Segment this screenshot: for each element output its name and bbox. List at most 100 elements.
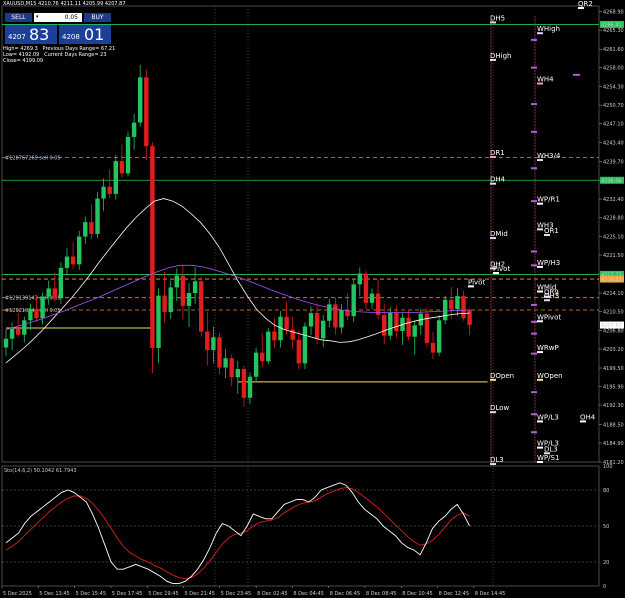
candle-body (162, 295, 167, 313)
candle-body (308, 313, 314, 327)
price-tick-label: 4210.50 (603, 310, 624, 316)
time-tick-label: 5 Dec 19:45 (148, 591, 178, 597)
candle-body (388, 312, 393, 336)
candle-body (327, 304, 332, 321)
weekly-marker (531, 130, 537, 133)
candle-body (406, 317, 411, 337)
candle-body (467, 310, 472, 325)
candle-body (302, 326, 308, 364)
price-tick-label: 4221.50 (603, 253, 624, 259)
time-tick-label: 8 Dec 12:45 (439, 591, 469, 597)
pivot-label: WH4 (537, 76, 554, 84)
candle-body (131, 122, 137, 137)
candle-body (436, 320, 442, 353)
weekly-marker (531, 250, 537, 253)
pivot-label: WP/R1 (537, 196, 560, 204)
candle-body (125, 136, 131, 174)
candle-body (272, 331, 277, 341)
pivot-label: QR2 (578, 0, 593, 8)
pivot-label: DL3 (490, 456, 504, 464)
candle-body (229, 358, 234, 378)
price-tick-label: 4225.10 (603, 235, 624, 241)
stoch-main-line (5, 482, 470, 585)
pivot-label: Pivot (493, 265, 510, 273)
candle-body (357, 273, 362, 285)
pivot-label: WP/H3 (537, 259, 560, 267)
candle-body (180, 275, 186, 306)
candle-body (9, 329, 15, 339)
moving-average-white (5, 198, 470, 364)
candle-body (345, 310, 350, 317)
price-tick-label: 4250.70 (603, 103, 624, 109)
price-box-label: 4236.06 (601, 178, 622, 184)
pivot-label: DMid (490, 230, 508, 238)
price-tick-label: 4254.30 (603, 85, 624, 91)
stoch-tick-label: 50 (603, 524, 609, 530)
weekly-marker (531, 332, 537, 335)
weekly-marker (531, 431, 537, 434)
pivot-label: DL3 (544, 445, 558, 453)
price-tick-label: 4199.50 (603, 366, 624, 372)
time-tick-label: 8 Dec 14:45 (475, 591, 505, 597)
candle-body (77, 236, 82, 265)
order-label: #129139143 sell 0.05 (5, 296, 61, 302)
candle-body (394, 312, 399, 332)
candle-body (266, 331, 271, 362)
price-tick-label: 4258.00 (603, 66, 624, 72)
candle-body (296, 339, 301, 364)
pivot-label: DLow (490, 404, 509, 412)
price-tick-label: 4243.40 (603, 141, 624, 147)
price-tick-label: 4203.20 (603, 347, 624, 353)
pivot-label: WP/S1 (537, 454, 559, 462)
price-tick-label: 4192.30 (603, 403, 624, 409)
candle-body (369, 293, 375, 303)
time-tick-label: 5 Dec 2025 (3, 591, 32, 597)
candle-body (107, 186, 112, 194)
pivot-label: WH3/4 (537, 152, 561, 160)
stoch-tick-label: 20 (603, 560, 609, 566)
candle-body (321, 320, 326, 339)
candle-body (363, 273, 369, 303)
price-tick-label: 4232.40 (603, 197, 624, 203)
time-tick-label: 5 Dec 23:45 (221, 591, 251, 597)
pivot-label: WHigh (537, 25, 560, 33)
candle-body (3, 338, 9, 348)
time-tick-label: 8 Dec 02:45 (257, 591, 287, 597)
candle-body (235, 369, 240, 378)
weekly-marker (531, 38, 537, 41)
time-tick-label: 5 Dec 21:45 (185, 591, 215, 597)
price-tick-label: 4268.90 (603, 10, 624, 16)
price-tick-label: 4214.10 (603, 291, 624, 297)
candle-body (46, 288, 51, 297)
chart-canvas[interactable]: 4268.90 4265.30 4261.60 4258.00 4254.30 4250.… (0, 0, 625, 598)
candle-body (174, 275, 179, 288)
price-box-label: 4216.82 (601, 277, 622, 283)
candle-body (211, 337, 216, 351)
candle-body (186, 293, 192, 306)
candle-body (101, 186, 106, 199)
time-tick-label: 8 Dec 10:45 (402, 591, 432, 597)
candle-body (70, 256, 76, 265)
candle-body (443, 299, 448, 321)
candle-body (284, 316, 289, 330)
candle-body (34, 308, 39, 319)
pivot-label: WRwP (537, 344, 559, 352)
weekly-marker (531, 103, 537, 106)
price-tick-label: 4239.70 (603, 160, 624, 166)
extra-marker (573, 73, 580, 76)
weekly-marker (531, 352, 537, 355)
candle-body (412, 325, 417, 337)
time-tick-label: 8 Dec 04:45 (293, 591, 323, 597)
candle-body (119, 161, 125, 174)
candle-body (455, 296, 460, 309)
pivot-label: DH4 (490, 176, 506, 184)
candle-body (138, 77, 143, 123)
stoch-tick-label: 0 (603, 584, 606, 590)
pivot-label: WPivot (537, 313, 561, 321)
pivot-label: DR1 (490, 149, 505, 157)
pivot-label: OH4 (580, 413, 596, 421)
candle-body (144, 77, 149, 147)
pivot-label: WOpen (537, 372, 563, 380)
price-tick-label: 4206.80 (603, 329, 624, 335)
candle-body (205, 331, 210, 351)
